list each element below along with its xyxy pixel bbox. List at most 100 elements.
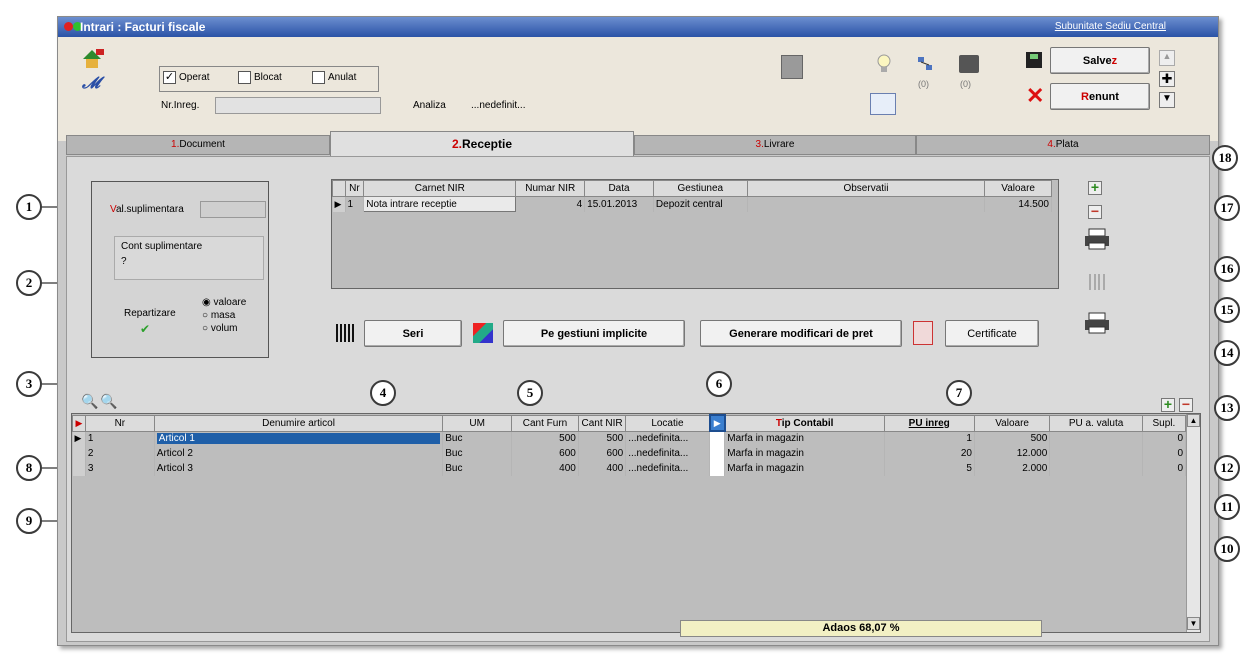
radio-volum[interactable]: ○ volum [202,322,246,335]
nir-header-carnet[interactable]: Carnet NIR [363,180,517,197]
house-money-icon[interactable] [80,47,108,69]
anulat-checkbox[interactable]: Anulat [312,71,356,84]
lightbulb-icon[interactable] [876,53,892,75]
table-row[interactable]: ▶ 1 Articol 1 Buc 500 500 ...nedefinita.… [72,431,1187,446]
remove-nir-button[interactable]: − [1088,204,1102,219]
anulat-label: Anulat [328,72,357,83]
table-row[interactable]: 2 Articol 2 Buc 600 600 ...nedefinita...… [72,446,1187,461]
tab-plata[interactable]: 4.Plata [916,135,1210,155]
items-header-pu-inreg[interactable]: PU inreg [883,414,975,432]
print-nir-icon[interactable] [1083,227,1111,251]
search-icon[interactable]: 🔍 [81,393,98,410]
item-locatie[interactable]: ...nedefinita... [625,431,711,446]
item-denumire-cell[interactable]: Articol 1 [154,431,444,446]
nav-plus-button[interactable]: ✚ [1159,71,1175,87]
generare-modificari-button[interactable]: Generare modificari de pret [700,320,902,347]
cancel-button[interactable]: Renunt [1050,83,1150,110]
radio-valoare[interactable]: ◉ valoare [202,296,246,309]
certificate-button[interactable]: Certificate [945,320,1039,347]
item-tip[interactable]: Marfa in magazin [724,431,885,446]
search-advanced-icon[interactable]: 🔍 [100,393,117,410]
item-locatie[interactable]: ...nedefinita... [625,461,711,476]
items-header-supl[interactable]: Supl. [1141,414,1187,432]
nir-header-numar[interactable]: Numar NIR [515,180,586,197]
scroll-down-icon[interactable]: ▼ [1187,617,1200,630]
nir-header-gestiunea[interactable]: Gestiunea [652,180,748,197]
operat-label: Operat [179,72,210,83]
callout-12: 12 [1214,455,1240,481]
items-header-pu-valuta[interactable]: PU a. valuta [1049,414,1143,432]
items-scrollbar[interactable]: ▲ ▼ [1186,414,1200,632]
nir-header-nr[interactable]: Nr [344,180,365,197]
column-toggle-icon[interactable]: ▶ [708,414,726,432]
item-tip[interactable]: Marfa in magazin [724,461,885,476]
nir-cell-carnet[interactable]: Nota intrare receptie [363,196,517,212]
blocat-checkbox[interactable]: Blocat [238,71,282,84]
tab-receptie[interactable]: 2.Receptie [330,131,634,157]
tab-livrare[interactable]: 3.Livrare [634,135,916,155]
callout-16: 16 [1214,256,1240,282]
callout-10: 10 [1214,536,1240,562]
item-nr: 2 [85,446,155,461]
items-header-tip[interactable]: Tip Contabil [724,414,885,432]
cont-suplimentare-box[interactable]: Cont suplimentare ? [114,236,264,280]
pe-gestiuni-button[interactable]: Pe gestiuni implicite [503,320,685,347]
radio-masa[interactable]: ○ masa [202,309,246,322]
nr-inreg-field[interactable] [215,97,381,114]
item-tip[interactable]: Marfa in magazin [724,446,885,461]
scroll-track[interactable] [1187,427,1200,617]
items-header-locatie[interactable]: Locatie [625,414,711,432]
val-suplimentara-field[interactable] [200,201,266,218]
items-header-um[interactable]: UM [442,414,513,432]
nir-header-valoare[interactable]: Valoare [984,180,1052,197]
edit-form-icon[interactable] [870,93,896,115]
items-header-valoare[interactable]: Valoare [973,414,1051,432]
save-button[interactable]: Salvez [1050,47,1150,74]
seri-button[interactable]: Seri [364,320,462,347]
item-supl: 0 [1142,431,1187,446]
close-dot-icon[interactable] [64,22,73,31]
nir-marker-header [332,180,346,197]
item-cant-nir: 400 [578,461,627,476]
blocat-label: Blocat [254,72,282,83]
nir-header-observatii[interactable]: Observatii [746,180,986,197]
item-denumire-selected[interactable]: Articol 1 [156,433,441,445]
document-stack-icon[interactable] [781,55,803,79]
item-locatie[interactable]: ...nedefinita... [625,446,711,461]
network-icon[interactable] [916,55,934,73]
nir-row[interactable]: ▶ 1 Nota intrare receptie 4 15.01.2013 D… [332,196,1052,212]
items-header-cant-furn[interactable]: Cant Furn [511,414,579,432]
table-row[interactable]: 3 Articol 3 Buc 400 400 ...nedefinita...… [72,461,1187,476]
certificate-icon [913,321,933,345]
item-denumire[interactable]: Articol 2 [154,446,444,461]
tab-document[interactable]: 1.Document [66,135,330,155]
add-nir-button[interactable]: + [1088,180,1102,195]
folder-icon[interactable] [959,55,979,73]
callout-7: 7 [946,380,972,406]
item-um: Buc [442,461,513,476]
val-supl-rest: al.suplimentara [115,204,184,215]
nir-table: Nr Carnet NIR Numar NIR Data Gestiunea O… [331,179,1059,289]
nav-down-button[interactable]: ▼ [1159,92,1175,108]
item-pu-valuta [1049,461,1143,476]
signature-icon[interactable]: 𝓜 [82,75,108,93]
operat-checkbox[interactable]: ✓ Operat [163,71,210,84]
cont-suplimentare-value: ? [121,256,127,267]
items-header-nr[interactable]: Nr [84,414,155,432]
barcode-disabled-icon[interactable] [1087,272,1109,292]
analiza-value[interactable]: ...nedefinit... [471,100,525,111]
scroll-up-icon[interactable]: ▲ [1187,414,1200,427]
subunit-link[interactable]: Subunitate Sediu Central [1055,21,1166,32]
remove-item-button[interactable]: − [1179,397,1193,412]
item-valoare: 2.000 [974,461,1051,476]
item-cant-furn: 500 [511,431,579,446]
print-items-icon[interactable] [1083,311,1111,335]
items-marker-header: ▶ [72,414,86,432]
nir-header-data[interactable]: Data [584,180,654,197]
item-denumire[interactable]: Articol 3 [154,461,444,476]
nav-up-disabled-button[interactable]: ▲ [1159,50,1175,66]
item-toggle-cell [709,446,726,461]
items-header-cant-nir[interactable]: Cant NIR [577,414,627,432]
items-header-denumire[interactable]: Denumire articol [153,414,444,432]
add-item-button[interactable]: + [1161,397,1175,412]
